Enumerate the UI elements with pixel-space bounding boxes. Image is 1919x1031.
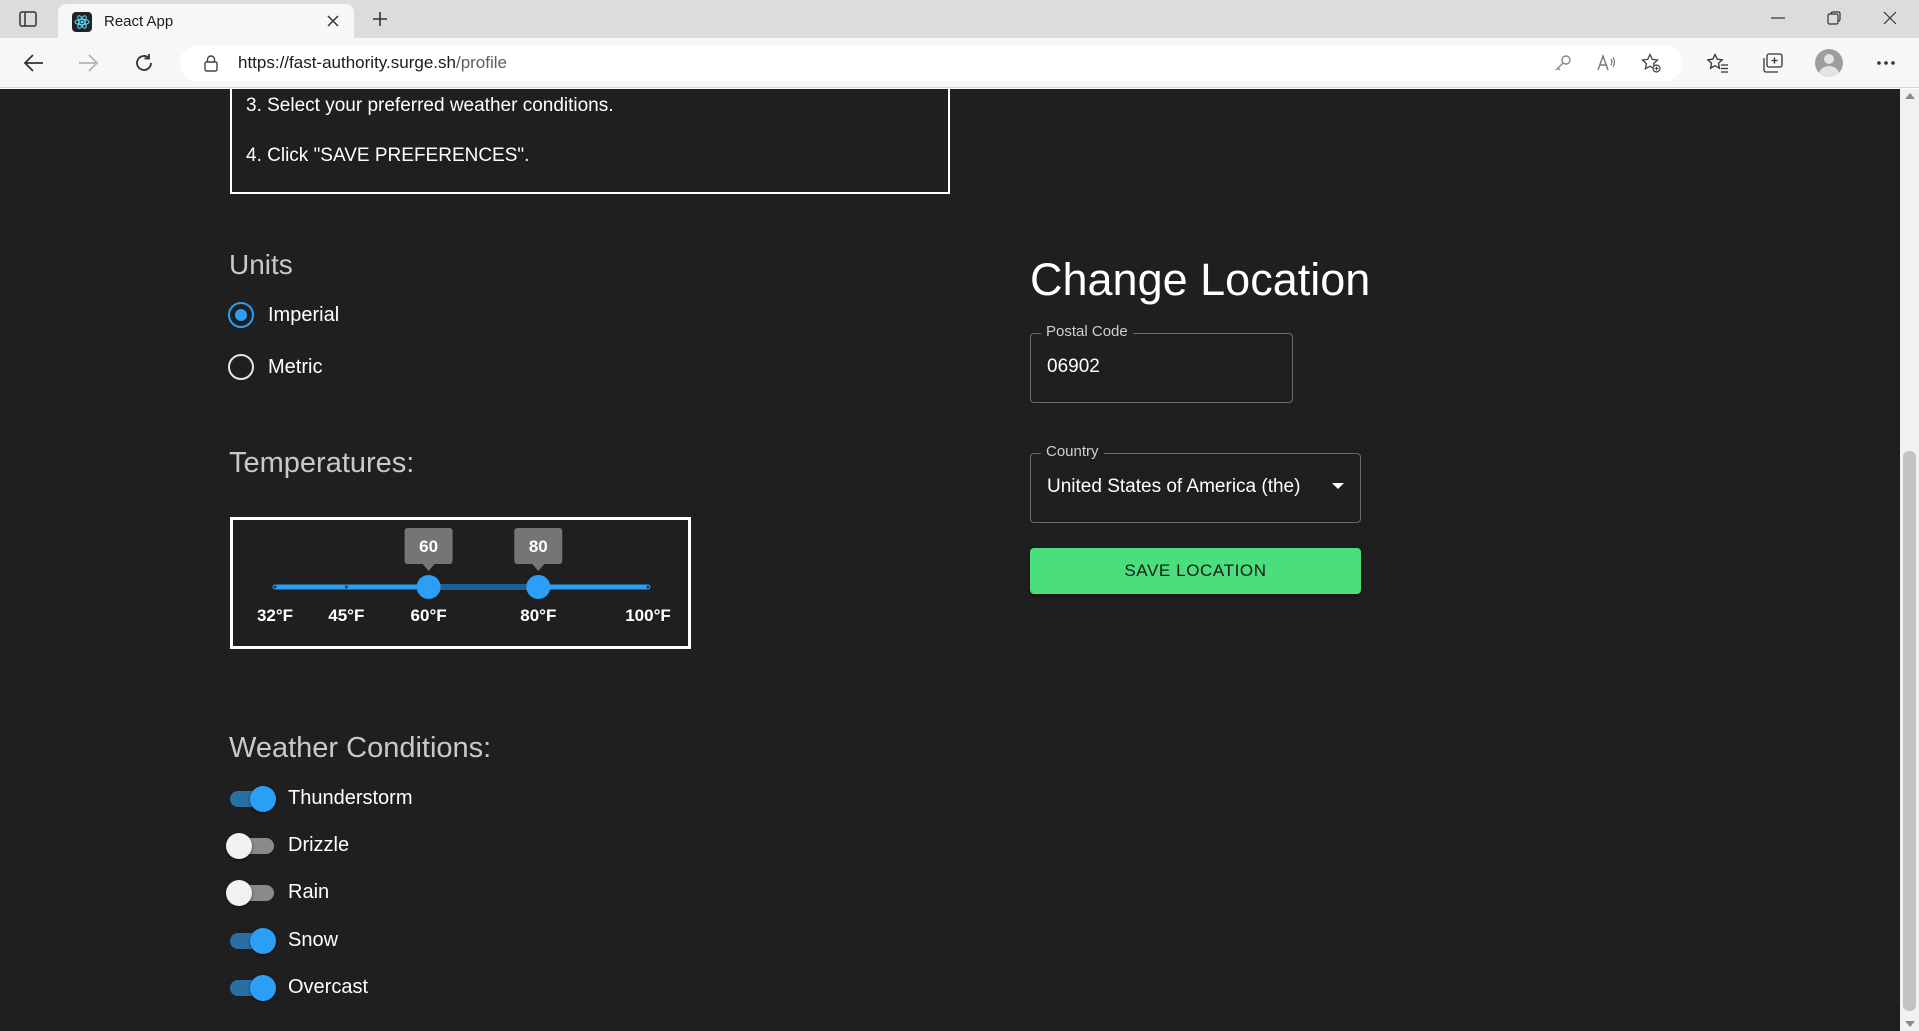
condition-thunderstorm[interactable]: Thunderstorm — [226, 782, 413, 814]
units-option-metric[interactable]: Metric — [228, 352, 322, 382]
scrollbar-thumb[interactable] — [1903, 451, 1916, 1011]
page-content: 3. Select your preferred weather conditi… — [0, 89, 1900, 1031]
collections-icon[interactable] — [1758, 49, 1788, 77]
overcast-switch[interactable] — [226, 972, 276, 1002]
temperatures-heading: Temperatures: — [229, 447, 415, 479]
condition-snow[interactable]: Snow — [226, 924, 338, 956]
restore-icon[interactable] — [1806, 0, 1862, 36]
profile-avatar[interactable] — [1815, 49, 1843, 77]
postal-code-label: Postal Code — [1041, 323, 1133, 340]
condition-drizzle[interactable]: Drizzle — [226, 829, 349, 861]
tab-actions-icon[interactable] — [14, 7, 42, 31]
instructions-box: 3. Select your preferred weather conditi… — [230, 89, 950, 194]
more-options-icon[interactable] — [1871, 49, 1901, 77]
tab-bar: React App — [0, 0, 1919, 38]
low-value-bubble-text: 60 — [419, 537, 438, 556]
overcast-label: Overcast — [288, 975, 369, 998]
slider-mark-label: 60°F — [411, 606, 447, 625]
postal-code-field[interactable]: Postal Code 06902 — [1030, 323, 1293, 403]
slider-high-value-label: 80 — [514, 528, 563, 571]
slider-mark-100 — [646, 585, 650, 589]
lock-icon[interactable] — [202, 54, 220, 72]
country-label: Country — [1041, 443, 1104, 460]
tab-title: React App — [104, 13, 174, 30]
refresh-icon[interactable] — [128, 48, 160, 78]
close-window-icon[interactable] — [1862, 0, 1918, 36]
thunderstorm-label: Thunderstorm — [288, 786, 413, 809]
scroll-down-arrow-icon[interactable] — [1905, 1021, 1915, 1027]
country-select[interactable]: Country United States of America (the) — [1030, 443, 1361, 523]
snow-switch[interactable] — [226, 925, 276, 955]
snow-label: Snow — [288, 928, 339, 951]
temperature-range-slider: 32°F 45°F 60°F 80°F 100°F 60 80 — [230, 517, 691, 649]
close-tab-icon[interactable] — [322, 10, 344, 32]
rain-switch[interactable] — [226, 877, 274, 907]
url-text[interactable]: https://fast-authority.surge.sh/profile — [238, 53, 507, 73]
forward-icon[interactable] — [72, 48, 104, 78]
slider-mark-label: 100°F — [625, 606, 671, 625]
imperial-label: Imperial — [268, 303, 340, 326]
dropdown-arrow-icon[interactable] — [1332, 483, 1344, 489]
back-icon[interactable] — [18, 48, 50, 78]
slider-mark-label: 80°F — [520, 606, 556, 625]
instruction-step-4: 4. Click "SAVE PREFERENCES". — [246, 145, 530, 166]
high-value-bubble-text: 80 — [529, 537, 548, 556]
page-scrollbar[interactable] — [1900, 89, 1919, 1031]
thunderstorm-switch[interactable] — [226, 783, 276, 813]
slider-high-thumb[interactable] — [526, 575, 551, 599]
metric-label: Metric — [268, 355, 323, 378]
slider-low-value-label: 60 — [404, 528, 453, 571]
slider-mark-label: 45°F — [328, 606, 364, 625]
drizzle-label: Drizzle — [288, 833, 350, 856]
new-tab-icon[interactable] — [366, 6, 394, 32]
slider-mark-45 — [344, 585, 348, 589]
postal-code-value[interactable]: 06902 — [1047, 356, 1100, 378]
change-location-heading: Change Location — [1030, 254, 1371, 305]
scroll-up-arrow-icon[interactable] — [1905, 93, 1915, 99]
password-key-icon[interactable] — [1550, 51, 1576, 75]
slider-mark-32 — [273, 585, 277, 589]
favorites-icon[interactable] — [1703, 49, 1733, 77]
address-bar[interactable]: https://fast-authority.surge.sh/profile — [180, 45, 1682, 81]
imperial-radio[interactable] — [228, 302, 254, 328]
condition-overcast[interactable]: Overcast — [226, 971, 368, 1003]
rain-label: Rain — [288, 880, 330, 903]
weather-conditions-heading: Weather Conditions: — [229, 732, 492, 764]
units-option-imperial[interactable]: Imperial — [228, 300, 339, 330]
instruction-step-3: 3. Select your preferred weather conditi… — [246, 95, 614, 116]
read-aloud-icon[interactable] — [1594, 51, 1620, 75]
save-location-button[interactable]: SAVE LOCATION — [1030, 548, 1361, 594]
condition-rain[interactable]: Rain — [226, 876, 329, 908]
react-logo-icon — [72, 12, 92, 32]
minimize-icon[interactable] — [1750, 0, 1806, 36]
country-value[interactable]: United States of America (the) — [1047, 476, 1300, 498]
slider-low-thumb[interactable] — [416, 575, 441, 599]
metric-radio[interactable] — [228, 354, 254, 380]
browser-tab[interactable]: React App — [58, 4, 354, 38]
browser-toolbar: https://fast-authority.surge.sh/profile — [0, 38, 1919, 88]
drizzle-switch[interactable] — [226, 830, 274, 860]
slider-mark-label: 32°F — [257, 606, 293, 625]
units-heading: Units — [229, 249, 293, 280]
add-favorite-icon[interactable] — [1638, 51, 1664, 75]
